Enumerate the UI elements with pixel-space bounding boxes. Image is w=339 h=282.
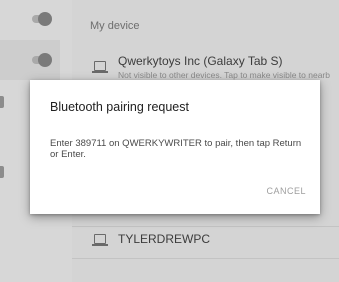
pairing-request-dialog: Bluetooth pairing request Enter 389711 o… <box>30 80 320 214</box>
device-visibility-status: Not visible to other devices. Tap to mak… <box>118 70 330 80</box>
divider <box>72 226 339 227</box>
toggle-thumb <box>38 12 52 26</box>
dialog-message: Enter 389711 on QWERKYWRITER to pair, th… <box>50 138 302 160</box>
dialog-title: Bluetooth pairing request <box>50 100 189 114</box>
divider <box>72 258 339 259</box>
sidebar-indicator <box>0 96 4 108</box>
tablet-icon <box>92 61 108 73</box>
section-header: My device <box>90 20 140 32</box>
device-name: TYLERDREWPC <box>118 232 211 246</box>
bluetooth-toggle[interactable] <box>30 12 52 26</box>
cancel-button[interactable]: CANCEL <box>266 186 306 196</box>
toggle-thumb <box>38 53 52 67</box>
device-name: Qwerkytoys Inc (Galaxy Tab S) <box>118 54 283 68</box>
sidebar-indicator <box>0 166 4 178</box>
visibility-toggle[interactable] <box>30 53 52 67</box>
paired-device-row[interactable]: TYLERDREWPC <box>72 228 339 256</box>
bluetooth-settings-screen: My device Qwerkytoys Inc (Galaxy Tab S) … <box>0 0 339 282</box>
laptop-icon <box>92 234 108 246</box>
